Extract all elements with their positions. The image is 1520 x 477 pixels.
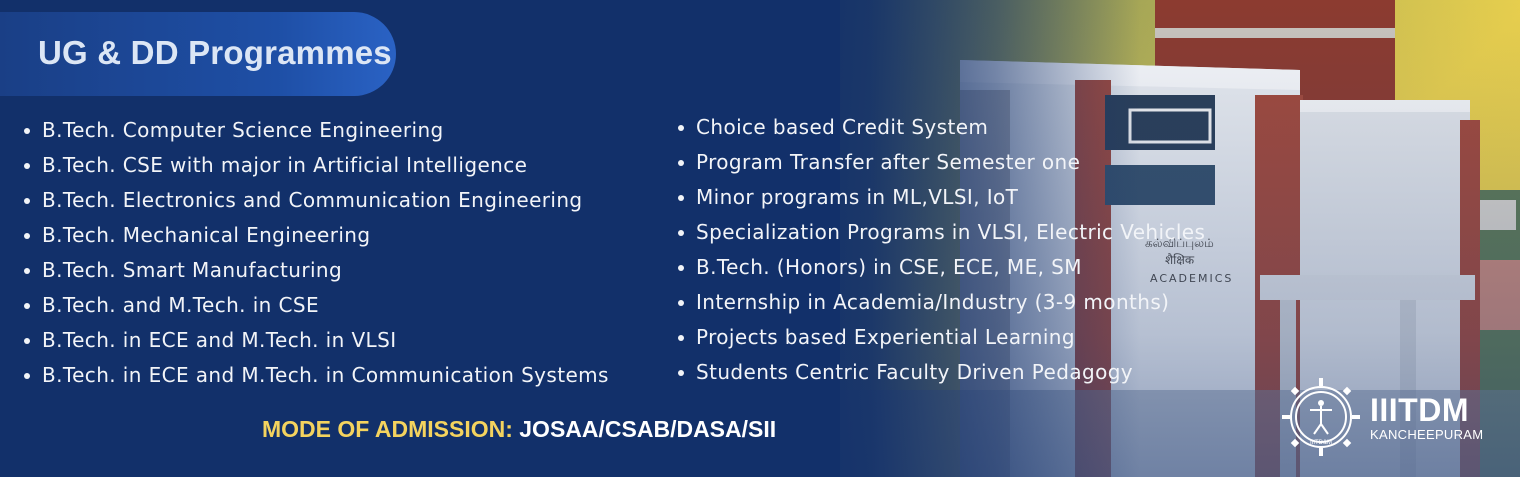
list-item: B.Tech. (Honors) in CSE, ECE, ME, SM [676, 250, 1205, 285]
svg-text:IIITD&M: IIITD&M [1310, 440, 1332, 446]
list-item: Projects based Experiential Learning [676, 320, 1205, 355]
programmes-banner: கல்விப்புலம் शैक्षिक ACADEMICS UG & DD P… [0, 0, 1520, 477]
list-item: Students Centric Faculty Driven Pedagogy [676, 355, 1205, 390]
list-item: B.Tech. Smart Manufacturing [22, 253, 609, 288]
list-item: B.Tech. CSE with major in Artificial Int… [22, 148, 609, 183]
list-item: B.Tech. Mechanical Engineering [22, 218, 609, 253]
list-item: B.Tech. Electronics and Communication En… [22, 183, 609, 218]
list-item: B.Tech. Computer Science Engineering [22, 113, 609, 148]
admission-mode: MODE OF ADMISSION: JOSAA/CSAB/DASA/SII [262, 416, 776, 443]
features-list: Choice based Credit System Program Trans… [676, 110, 1205, 390]
programmes-list: B.Tech. Computer Science Engineering B.T… [22, 113, 609, 393]
list-item: Minor programs in ML,VLSI, IoT [676, 180, 1205, 215]
list-item: Choice based Credit System [676, 110, 1205, 145]
logo-place: KANCHEEPURAM [1370, 427, 1484, 442]
institute-logo-text: IIITDM KANCHEEPURAM [1370, 393, 1483, 442]
list-item: Internship in Academia/Industry (3-9 mon… [676, 285, 1205, 320]
admission-value: JOSAA/CSAB/DASA/SII [519, 416, 777, 442]
list-item: B.Tech. in ECE and M.Tech. in Communicat… [22, 358, 609, 393]
list-item: B.Tech. and M.Tech. in CSE [22, 288, 609, 323]
list-item: Program Transfer after Semester one [676, 145, 1205, 180]
logo-name: IIITDM [1370, 392, 1469, 428]
list-item: B.Tech. in ECE and M.Tech. in VLSI [22, 323, 609, 358]
admission-label: MODE OF ADMISSION: [262, 416, 513, 442]
institute-seal-logo: IIITD&M [1282, 378, 1360, 456]
page-title: UG & DD Programmes [38, 34, 392, 71]
list-item: Specialization Programs in VLSI, Electri… [676, 215, 1205, 250]
